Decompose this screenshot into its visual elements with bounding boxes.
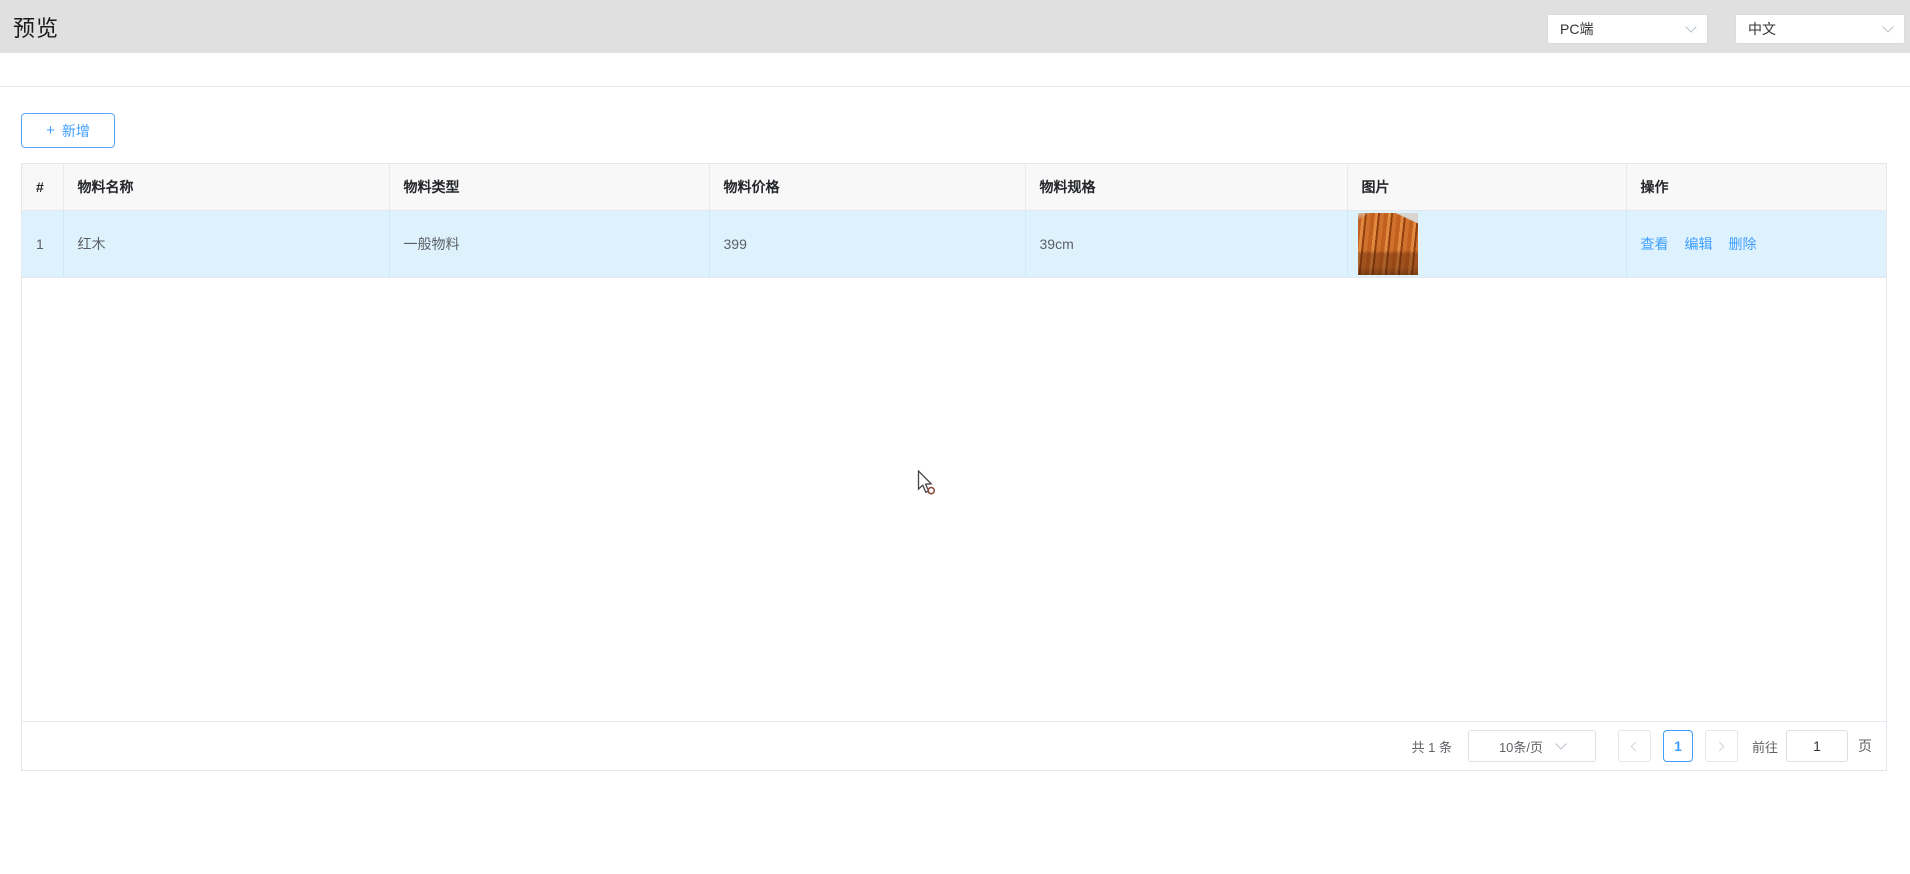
- column-header-index: #: [22, 164, 63, 210]
- device-select-value: PC端: [1560, 19, 1593, 39]
- pagination-bar: 共 1 条 10条/页 1 前往 页: [22, 721, 1886, 770]
- delete-link[interactable]: 删除: [1729, 234, 1757, 254]
- column-header-actions: 操作: [1626, 164, 1886, 210]
- prev-page-button[interactable]: [1618, 730, 1651, 762]
- device-select[interactable]: PC端: [1547, 14, 1708, 44]
- language-select[interactable]: 中文: [1735, 14, 1905, 44]
- page-size-value: 10条/页: [1499, 737, 1543, 756]
- cell-actions: 查看 编辑 删除: [1626, 210, 1886, 277]
- chevron-left-icon: [1631, 741, 1641, 751]
- chevron-down-icon: [1555, 738, 1566, 749]
- page-number-1[interactable]: 1: [1663, 730, 1693, 762]
- column-header-material-name: 物料名称: [63, 164, 389, 210]
- edit-link[interactable]: 编辑: [1685, 234, 1713, 254]
- cell-material-type: 一般物料: [389, 210, 709, 277]
- header-divider: [0, 86, 1910, 87]
- column-header-image: 图片: [1347, 164, 1626, 210]
- goto-label: 前往: [1752, 737, 1778, 756]
- cell-material-spec: 39cm: [1025, 210, 1347, 277]
- column-header-material-price: 物料价格: [709, 164, 1025, 210]
- page-size-select[interactable]: 10条/页: [1468, 730, 1596, 762]
- row-actions: 查看 编辑 删除: [1641, 234, 1887, 254]
- page-unit-label: 页: [1858, 736, 1872, 756]
- add-button-label: 新增: [62, 121, 90, 141]
- materials-table: # 物料名称 物料类型 物料价格 物料规格 图片 操作 1 红木 一般物料 39…: [22, 164, 1886, 278]
- chevron-down-icon: [1882, 21, 1893, 32]
- materials-table-panel: # 物料名称 物料类型 物料价格 物料规格 图片 操作 1 红木 一般物料 39…: [21, 163, 1887, 771]
- page-title: 预览: [13, 11, 59, 43]
- preview-page: 预览 PC端 中文 + 新增 # 物料名称 物料类型 物料: [0, 0, 1910, 874]
- chevron-down-icon: [1685, 21, 1696, 32]
- table-row: 1 红木 一般物料 399 39cm 查看 编辑 删除: [22, 210, 1886, 277]
- cell-material-name: 红木: [63, 210, 389, 277]
- table-header-row: # 物料名称 物料类型 物料价格 物料规格 图片 操作: [22, 164, 1886, 210]
- cell-image: [1347, 210, 1626, 277]
- column-header-material-spec: 物料规格: [1025, 164, 1347, 210]
- next-page-button[interactable]: [1705, 730, 1738, 762]
- cell-index: 1: [22, 210, 63, 277]
- goto-page-input[interactable]: [1786, 730, 1848, 762]
- top-bar: 预览 PC端 中文: [0, 0, 1910, 53]
- language-select-value: 中文: [1748, 19, 1776, 39]
- cell-material-price: 399: [709, 210, 1025, 277]
- add-button[interactable]: + 新增: [21, 113, 115, 148]
- view-link[interactable]: 查看: [1641, 234, 1669, 254]
- chevron-right-icon: [1715, 741, 1725, 751]
- wood-sticks-thumbnail[interactable]: [1358, 213, 1418, 275]
- plus-icon: +: [46, 123, 55, 138]
- pagination-total: 共 1 条: [1412, 737, 1452, 756]
- column-header-material-type: 物料类型: [389, 164, 709, 210]
